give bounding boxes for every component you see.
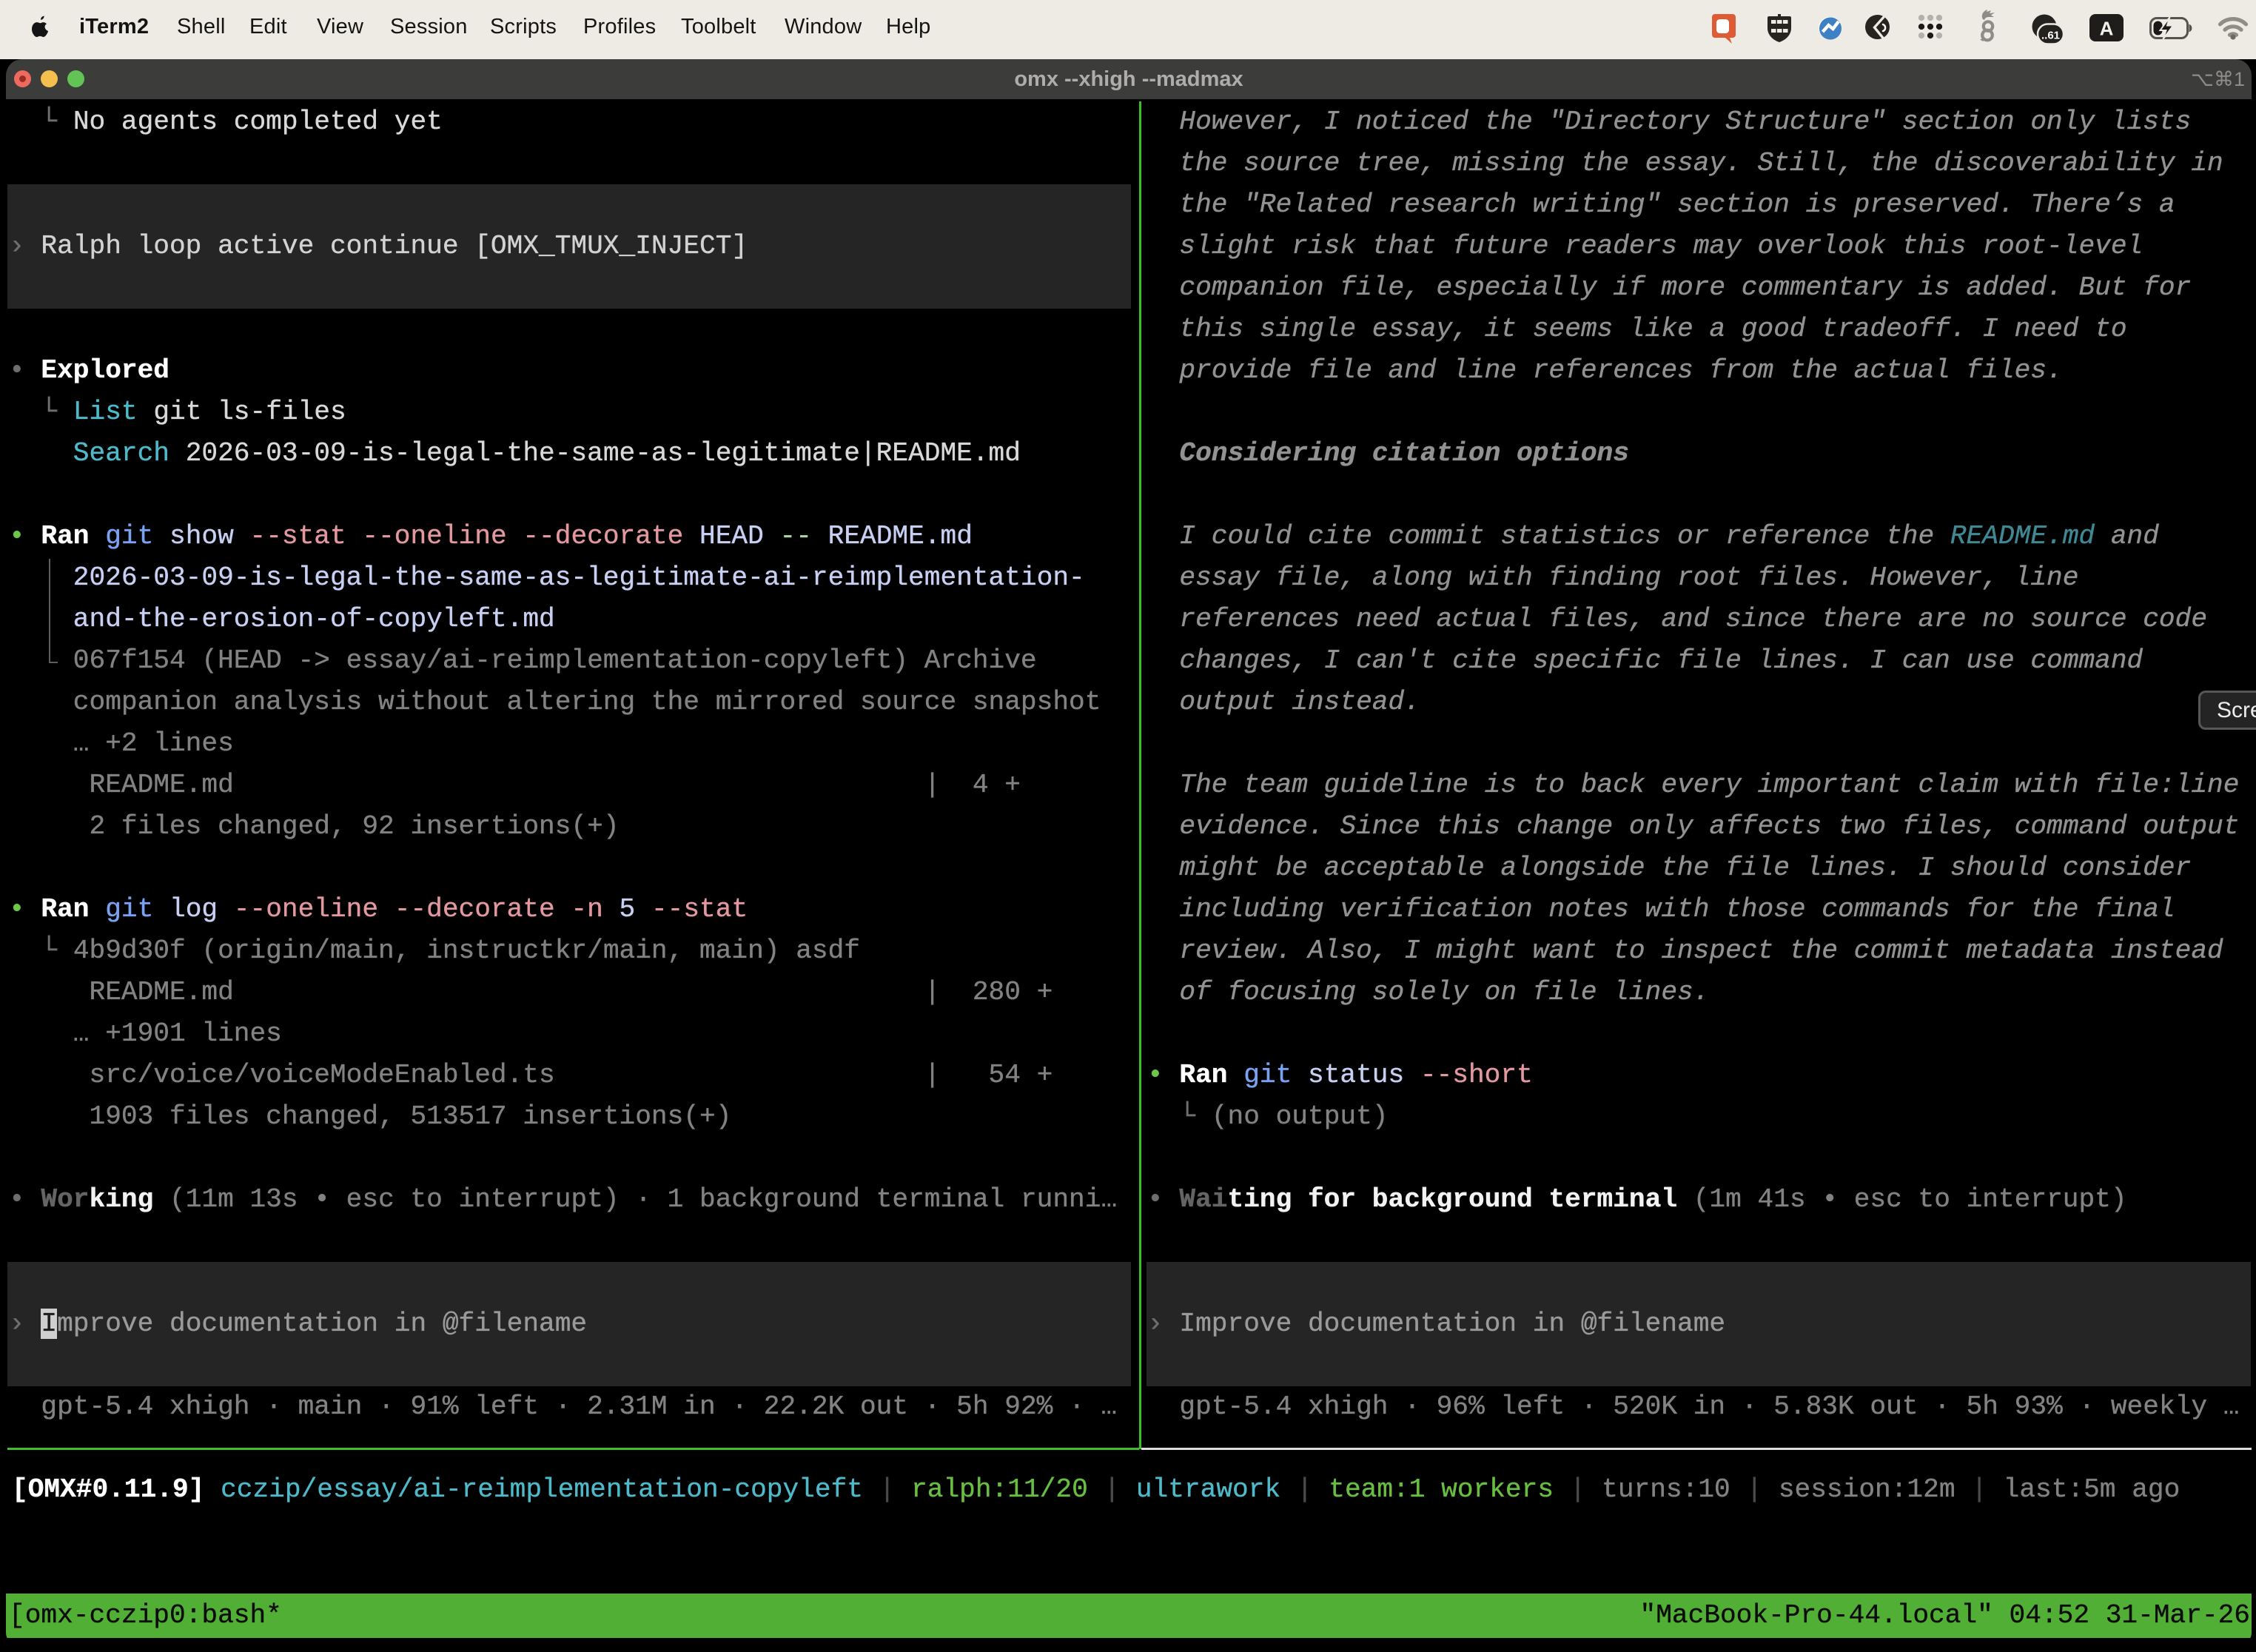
svg-text:A: A: [2100, 18, 2114, 40]
svg-text:..61: ..61: [2041, 30, 2060, 42]
